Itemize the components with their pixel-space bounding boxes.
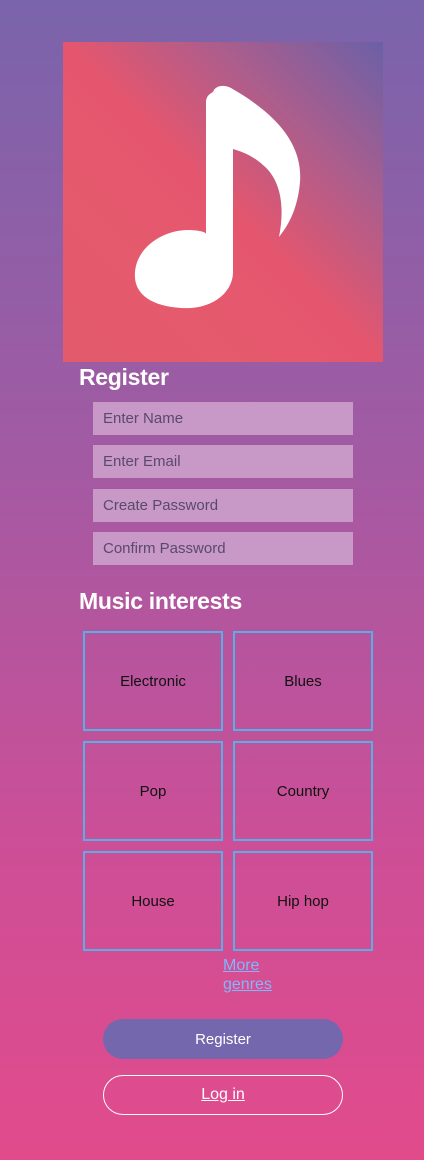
login-button[interactable]: Log in — [103, 1075, 343, 1115]
name-field[interactable] — [93, 402, 353, 435]
genre-hip-hop[interactable]: Hip hop — [233, 851, 373, 951]
confirm-password-field[interactable] — [93, 532, 353, 565]
app-logo — [63, 42, 383, 362]
email-field[interactable] — [93, 445, 353, 478]
genre-pop[interactable]: Pop — [83, 741, 223, 841]
password-field[interactable] — [93, 489, 353, 522]
genre-electronic[interactable]: Electronic — [83, 631, 223, 731]
music-interests-heading: Music interests — [79, 588, 242, 614]
genre-house[interactable]: House — [83, 851, 223, 951]
more-genres-link[interactable]: More genres — [223, 956, 283, 994]
register-heading: Register — [79, 364, 169, 390]
genre-blues[interactable]: Blues — [233, 631, 373, 731]
music-note-icon — [134, 85, 301, 309]
register-button[interactable]: Register — [103, 1019, 343, 1059]
genre-country[interactable]: Country — [233, 741, 373, 841]
